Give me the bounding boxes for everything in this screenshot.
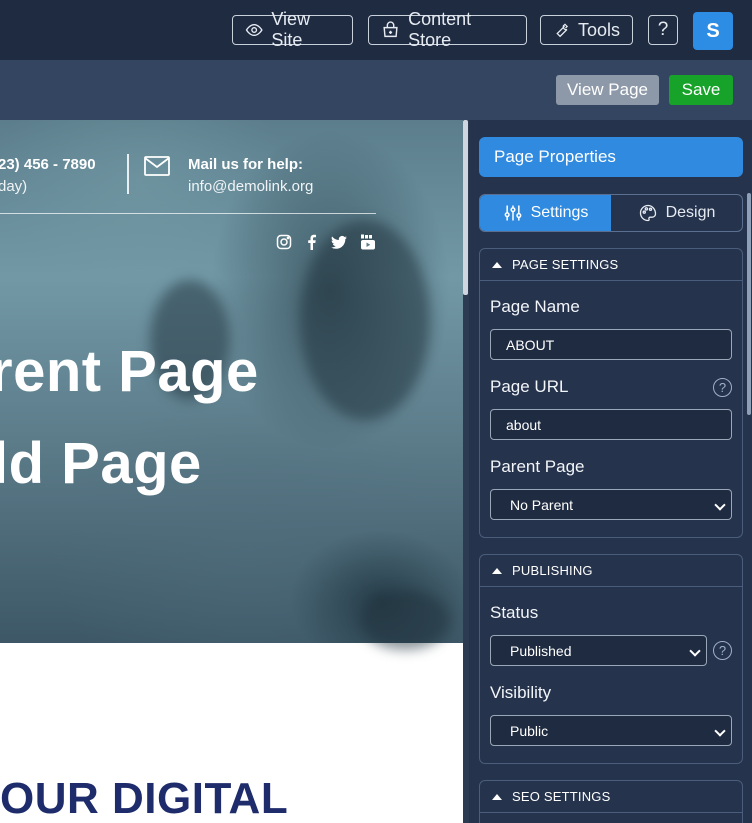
palette-icon — [639, 204, 656, 222]
user-avatar[interactable]: S — [693, 12, 733, 50]
seo-settings-section: SEO SETTINGS — [479, 780, 743, 823]
hero-title-line1: rent Page — [0, 339, 259, 404]
preview-scrollbar[interactable] — [463, 120, 468, 295]
hero-title-line2: ld Page — [0, 431, 202, 496]
mail-icon — [144, 156, 170, 176]
seo-settings-heading: SEO SETTINGS — [512, 789, 611, 804]
visibility-value: Public — [510, 722, 549, 739]
page-preview[interactable]: 23) 456 - 7890 day) Mail us for help: in… — [0, 120, 463, 823]
parent-page-select[interactable]: No Parent — [490, 489, 732, 520]
sliders-icon — [504, 205, 522, 221]
facebook-icon[interactable] — [304, 234, 320, 250]
mail-title: Mail us for help: — [188, 156, 304, 173]
collapse-triangle-icon — [492, 567, 502, 574]
save-button[interactable]: Save — [669, 75, 733, 105]
parent-page-value: No Parent — [510, 496, 574, 513]
mail-address[interactable]: info@demolink.org — [188, 178, 313, 195]
page-settings-header[interactable]: PAGE SETTINGS — [480, 249, 742, 281]
eye-icon — [245, 23, 263, 37]
visibility-select[interactable]: Public — [490, 715, 732, 746]
twitter-icon[interactable] — [331, 234, 347, 250]
view-site-button[interactable]: View Site — [232, 9, 353, 50]
parent-page-label: Parent Page — [490, 457, 585, 476]
page-name-input[interactable]: ABOUT — [490, 329, 732, 360]
content-store-label: Content Store — [408, 9, 472, 50]
status-value: Published — [510, 642, 572, 659]
tools-label: Tools — [577, 19, 620, 40]
publishing-header[interactable]: PUBLISHING — [480, 555, 742, 587]
collapse-triangle-icon — [492, 793, 502, 800]
wrench-icon — [556, 23, 569, 38]
plant-shadow — [360, 590, 450, 650]
publishing-heading: PUBLISHING — [512, 563, 593, 578]
tab-settings-label: Settings — [530, 204, 589, 221]
tab-design-label: Design — [665, 204, 716, 221]
page-name-label: Page Name — [490, 297, 580, 316]
page-properties-title: Page Properties — [479, 137, 743, 177]
contact-phone-sub: day) — [0, 178, 28, 195]
help-circle-icon[interactable]: ? — [713, 378, 732, 397]
tools-button[interactable]: Tools — [540, 15, 633, 45]
seo-settings-header[interactable]: SEO SETTINGS — [480, 781, 742, 813]
contact-divider — [127, 154, 129, 194]
header-divider — [0, 213, 376, 214]
visibility-label: Visibility — [490, 683, 552, 702]
help-button[interactable]: ? — [648, 15, 678, 45]
tab-design[interactable]: Design — [611, 195, 742, 231]
status-select[interactable]: Published — [490, 635, 707, 666]
view-page-button[interactable]: View Page — [556, 75, 659, 105]
youtube-icon[interactable] — [360, 234, 376, 250]
content-store-button[interactable]: Content Store — [368, 9, 527, 50]
page-url-input[interactable]: about — [490, 409, 732, 440]
chevron-down-icon — [714, 725, 726, 737]
hero-background-image: 23) 456 - 7890 day) Mail us for help: in… — [0, 120, 463, 650]
chevron-down-icon — [714, 499, 726, 511]
contact-phone: 23) 456 - 7890 — [0, 156, 96, 173]
view-site-label: View Site — [271, 9, 311, 50]
tab-settings[interactable]: Settings — [480, 195, 611, 231]
section-heading: OUR DIGITAL — [0, 774, 289, 823]
instagram-icon[interactable] — [276, 234, 292, 250]
store-icon — [383, 21, 398, 38]
collapse-triangle-icon — [492, 261, 502, 268]
help-circle-icon[interactable]: ? — [713, 641, 732, 660]
panel-scrollbar[interactable] — [747, 193, 751, 415]
status-label: Status — [490, 603, 539, 622]
chevron-down-icon — [689, 645, 701, 657]
plant-shadow — [300, 220, 430, 420]
panel-tabs: Settings Design — [479, 194, 743, 232]
page-url-label: Page URL — [490, 377, 569, 396]
page-settings-heading: PAGE SETTINGS — [512, 257, 619, 272]
